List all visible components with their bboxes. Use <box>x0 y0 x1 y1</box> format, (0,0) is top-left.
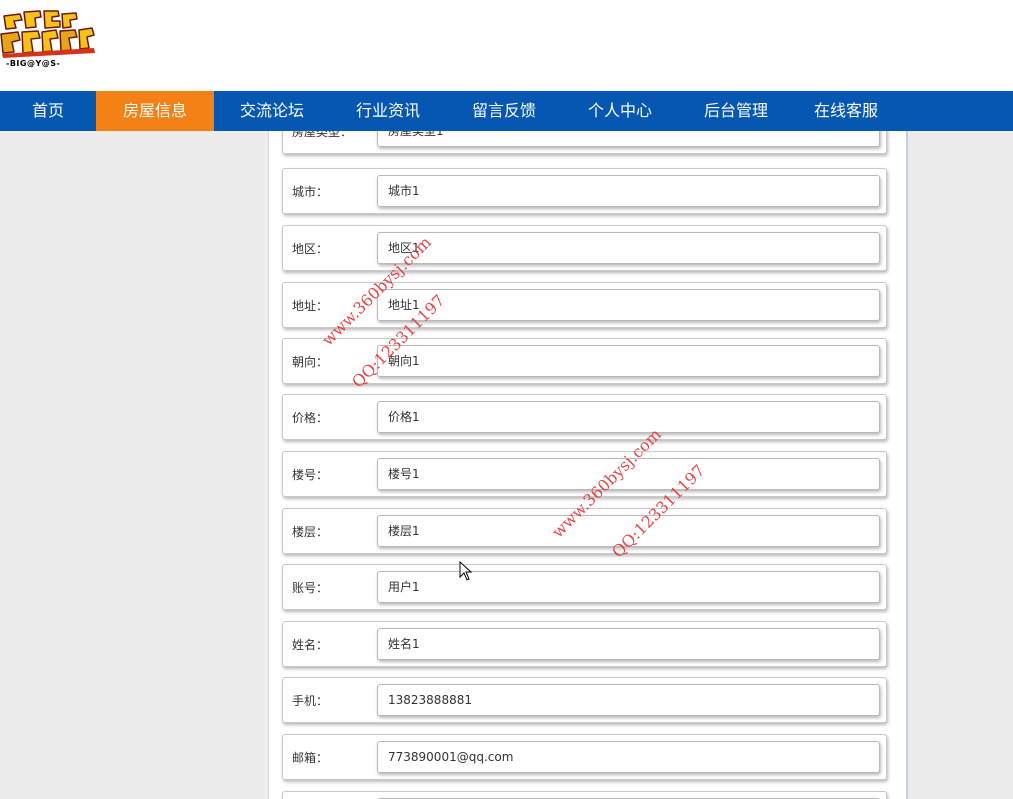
form-row-orientation: 朝向： 朝向1 <box>282 338 887 384</box>
city-field[interactable]: 城市1 <box>377 175 880 207</box>
address-field[interactable]: 地址1 <box>377 289 880 321</box>
nav-item-admin[interactable]: 后台管理 <box>678 91 794 131</box>
logo-subtitle: -BIG@Y@S- <box>6 59 61 68</box>
form-label: 房屋类型： <box>292 131 353 139</box>
site-logo[interactable]: -BIG@Y@S- <box>0 8 96 68</box>
form-label: 城市： <box>292 185 329 199</box>
detail-panel: 房屋类型： 房屋类型1 城市： 城市1 地区： 地区1 地址： 地址1 朝向： … <box>268 131 908 799</box>
form-label: 地址： <box>292 299 329 313</box>
form-row-address: 地址： 地址1 <box>282 282 887 328</box>
form-row-phone: 手机： 13823888881 <box>282 677 887 723</box>
form-row-city: 城市： 城市1 <box>282 168 887 214</box>
nav-item-forum[interactable]: 交流论坛 <box>214 91 330 131</box>
form-row-account: 账号： 用户1 <box>282 564 887 610</box>
form-label: 价格： <box>292 411 329 425</box>
name-field[interactable]: 姓名1 <box>377 628 880 660</box>
form-row-building-no: 楼号： 楼号1 <box>282 451 887 497</box>
main-navbar: 首页 房屋信息 交流论坛 行业资讯 留言反馈 个人中心 后台管理 在线客服 <box>0 91 1013 131</box>
site-header: -BIG@Y@S- <box>0 0 1013 91</box>
form-label: 楼层： <box>292 525 329 539</box>
nav-item-house-info[interactable]: 房屋信息 <box>96 91 214 131</box>
nav-item-user-center[interactable]: 个人中心 <box>562 91 678 131</box>
form-label: 账号： <box>292 581 329 595</box>
form-row-next <box>282 791 887 799</box>
phone-field[interactable]: 13823888881 <box>377 684 880 716</box>
nav-item-industry-news[interactable]: 行业资讯 <box>330 91 446 131</box>
form-label: 楼号： <box>292 468 329 482</box>
house-type-field[interactable]: 房屋类型1 <box>377 131 880 147</box>
orientation-field[interactable]: 朝向1 <box>377 345 880 377</box>
nav-item-online-service[interactable]: 在线客服 <box>794 91 898 131</box>
district-field[interactable]: 地区1 <box>377 232 880 264</box>
form-label: 邮箱： <box>292 751 329 765</box>
form-label: 地区： <box>292 242 329 256</box>
form-row-price: 价格： 价格1 <box>282 394 887 440</box>
form-row-district: 地区： 地区1 <box>282 225 887 271</box>
nav-item-feedback[interactable]: 留言反馈 <box>446 91 562 131</box>
account-field[interactable]: 用户1 <box>377 571 880 603</box>
form-row-email: 邮箱： 773890001@qq.com <box>282 734 887 780</box>
form-row-name: 姓名： 姓名1 <box>282 621 887 667</box>
form-row-house-type: 房屋类型： 房屋类型1 <box>282 131 887 154</box>
form-label: 姓名： <box>292 638 329 652</box>
nav-item-home[interactable]: 首页 <box>0 91 96 131</box>
price-field[interactable]: 价格1 <box>377 401 880 433</box>
email-field[interactable]: 773890001@qq.com <box>377 741 880 773</box>
mouse-cursor-icon <box>459 561 473 581</box>
floor-field[interactable]: 楼层1 <box>377 515 880 547</box>
digimon-logo-icon <box>0 10 95 58</box>
form-label: 手机： <box>292 694 329 708</box>
form-row-floor: 楼层： 楼层1 <box>282 508 887 554</box>
form-label: 朝向： <box>292 355 329 369</box>
building-no-field[interactable]: 楼号1 <box>377 458 880 490</box>
